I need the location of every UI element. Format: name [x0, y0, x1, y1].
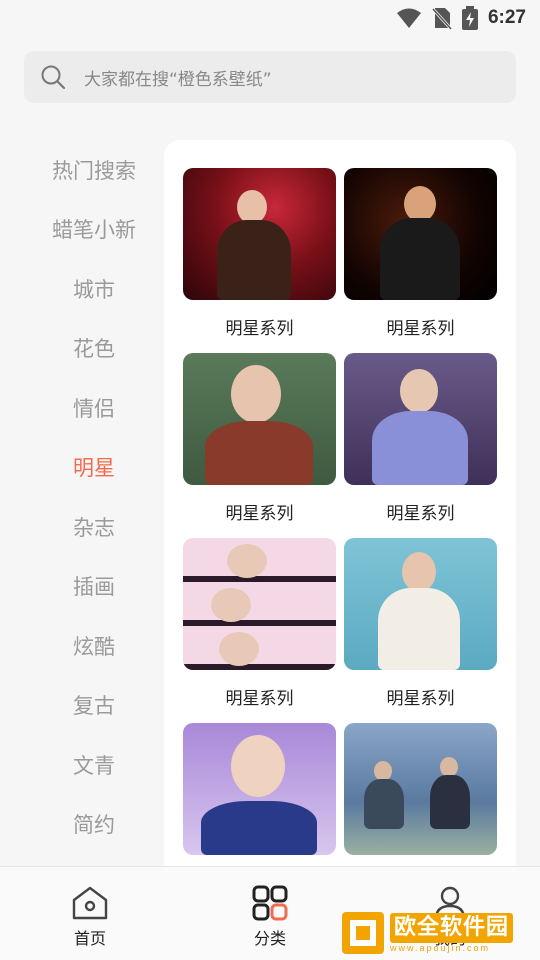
figure-body: [430, 775, 470, 829]
sidebar-item-magazine[interactable]: 杂志: [24, 497, 164, 557]
figure-head: [404, 186, 436, 222]
sidebar-item-floral[interactable]: 花色: [24, 319, 164, 379]
wallpaper-caption: 明星系列: [386, 319, 455, 339]
wallpaper-caption: 明星系列: [225, 319, 294, 339]
wallpaper-panel: 明星系列 明星系列 明星系列 明星系列 明星系列 明星系列: [164, 140, 516, 866]
figure-head: [227, 544, 267, 578]
status-bar: 6:27: [0, 0, 540, 36]
wallpaper-card[interactable]: 明星系列: [344, 538, 497, 723]
search-icon: [41, 65, 66, 90]
wallpaper-thumbnail[interactable]: [183, 538, 336, 670]
wallpaper-thumbnail[interactable]: [183, 353, 336, 485]
wallpaper-card[interactable]: 明星系列: [183, 538, 336, 723]
wallpaper-caption: 明星系列: [386, 504, 455, 524]
figure-head: [440, 757, 458, 777]
sidebar-item-retro[interactable]: 复古: [24, 676, 164, 736]
wallpaper-thumbnail[interactable]: [344, 168, 497, 300]
figure-body: [205, 421, 313, 485]
status-time: 6:27: [487, 7, 526, 28]
search-bar[interactable]: 大家都在搜“橙色系壁纸”: [24, 51, 516, 103]
sidebar-item-minimal[interactable]: 简约: [24, 795, 164, 855]
figure-body: [201, 801, 317, 855]
nav-category-label: 分类: [253, 929, 286, 948]
sidebar-item-city[interactable]: 城市: [24, 259, 164, 319]
nav-home[interactable]: 首页: [0, 867, 180, 960]
figure-body: [372, 411, 468, 485]
wallpaper-thumbnail[interactable]: [344, 538, 497, 670]
wallpaper-thumbnail[interactable]: [344, 353, 497, 485]
wallpaper-caption: 明星系列: [225, 689, 294, 709]
figure-head: [374, 761, 392, 781]
figure-head: [400, 369, 438, 413]
search-placeholder: 大家都在搜“橙色系壁纸”: [84, 69, 272, 90]
wallpaper-thumbnail[interactable]: [183, 168, 336, 300]
figure-body: [380, 218, 460, 300]
wallpaper-card[interactable]: 明星系列: [344, 353, 497, 538]
wifi-icon: [396, 8, 421, 28]
nav-category[interactable]: 分类: [180, 867, 360, 960]
watermark-logo-icon: [342, 912, 384, 954]
wallpaper-card[interactable]: [183, 723, 336, 866]
sidebar-item-artsy[interactable]: 文青: [24, 735, 164, 795]
wallpaper-caption: [183, 855, 336, 866]
figure-body: [364, 779, 404, 829]
figure-body: [378, 588, 460, 670]
sidebar-item-cool[interactable]: 炫酷: [24, 616, 164, 676]
home-icon: [72, 886, 108, 920]
figure-head: [231, 365, 281, 423]
figure-head: [237, 190, 267, 224]
sidebar-item-hot-search[interactable]: 热门搜索: [24, 140, 164, 200]
wallpaper-grid: 明星系列 明星系列 明星系列 明星系列 明星系列 明星系列: [183, 168, 497, 866]
sidebar-item-couple[interactable]: 情侣: [24, 378, 164, 438]
figure-body: [217, 220, 291, 300]
sidebar-item-celebrity[interactable]: 明星: [24, 438, 164, 498]
figure-head: [211, 588, 251, 622]
watermark: 欧全软件园 www.apoujin.com: [340, 908, 536, 958]
wallpaper-thumbnail[interactable]: [183, 723, 336, 855]
battery-charging-icon: [461, 6, 478, 30]
watermark-url: www.apoujin.com: [390, 943, 491, 953]
no-sim-icon: [431, 7, 452, 30]
sidebar-item-illustration[interactable]: 插画: [24, 557, 164, 617]
wallpaper-thumbnail[interactable]: [344, 723, 497, 855]
wallpaper-card[interactable]: 明星系列: [344, 168, 497, 353]
wallpaper-card[interactable]: 明星系列: [183, 168, 336, 353]
figure-head: [231, 735, 285, 797]
wallpaper-caption: 明星系列: [225, 504, 294, 524]
figure-head: [219, 632, 259, 666]
sidebar-item-crayon-shinchan[interactable]: 蜡笔小新: [24, 200, 164, 260]
nav-home-label: 首页: [73, 929, 106, 948]
wallpaper-caption: [344, 855, 497, 866]
category-grid-icon: [252, 885, 288, 921]
category-sidebar: 热门搜索 蜡笔小新 城市 花色 情侣 明星 杂志 插画 炫酷 复古 文青 简约: [24, 140, 164, 854]
watermark-title: 欧全软件园: [390, 913, 514, 943]
wallpaper-card[interactable]: 明星系列: [183, 353, 336, 538]
wallpaper-card[interactable]: [344, 723, 497, 866]
figure-head: [402, 552, 436, 592]
wallpaper-caption: 明星系列: [386, 689, 455, 709]
